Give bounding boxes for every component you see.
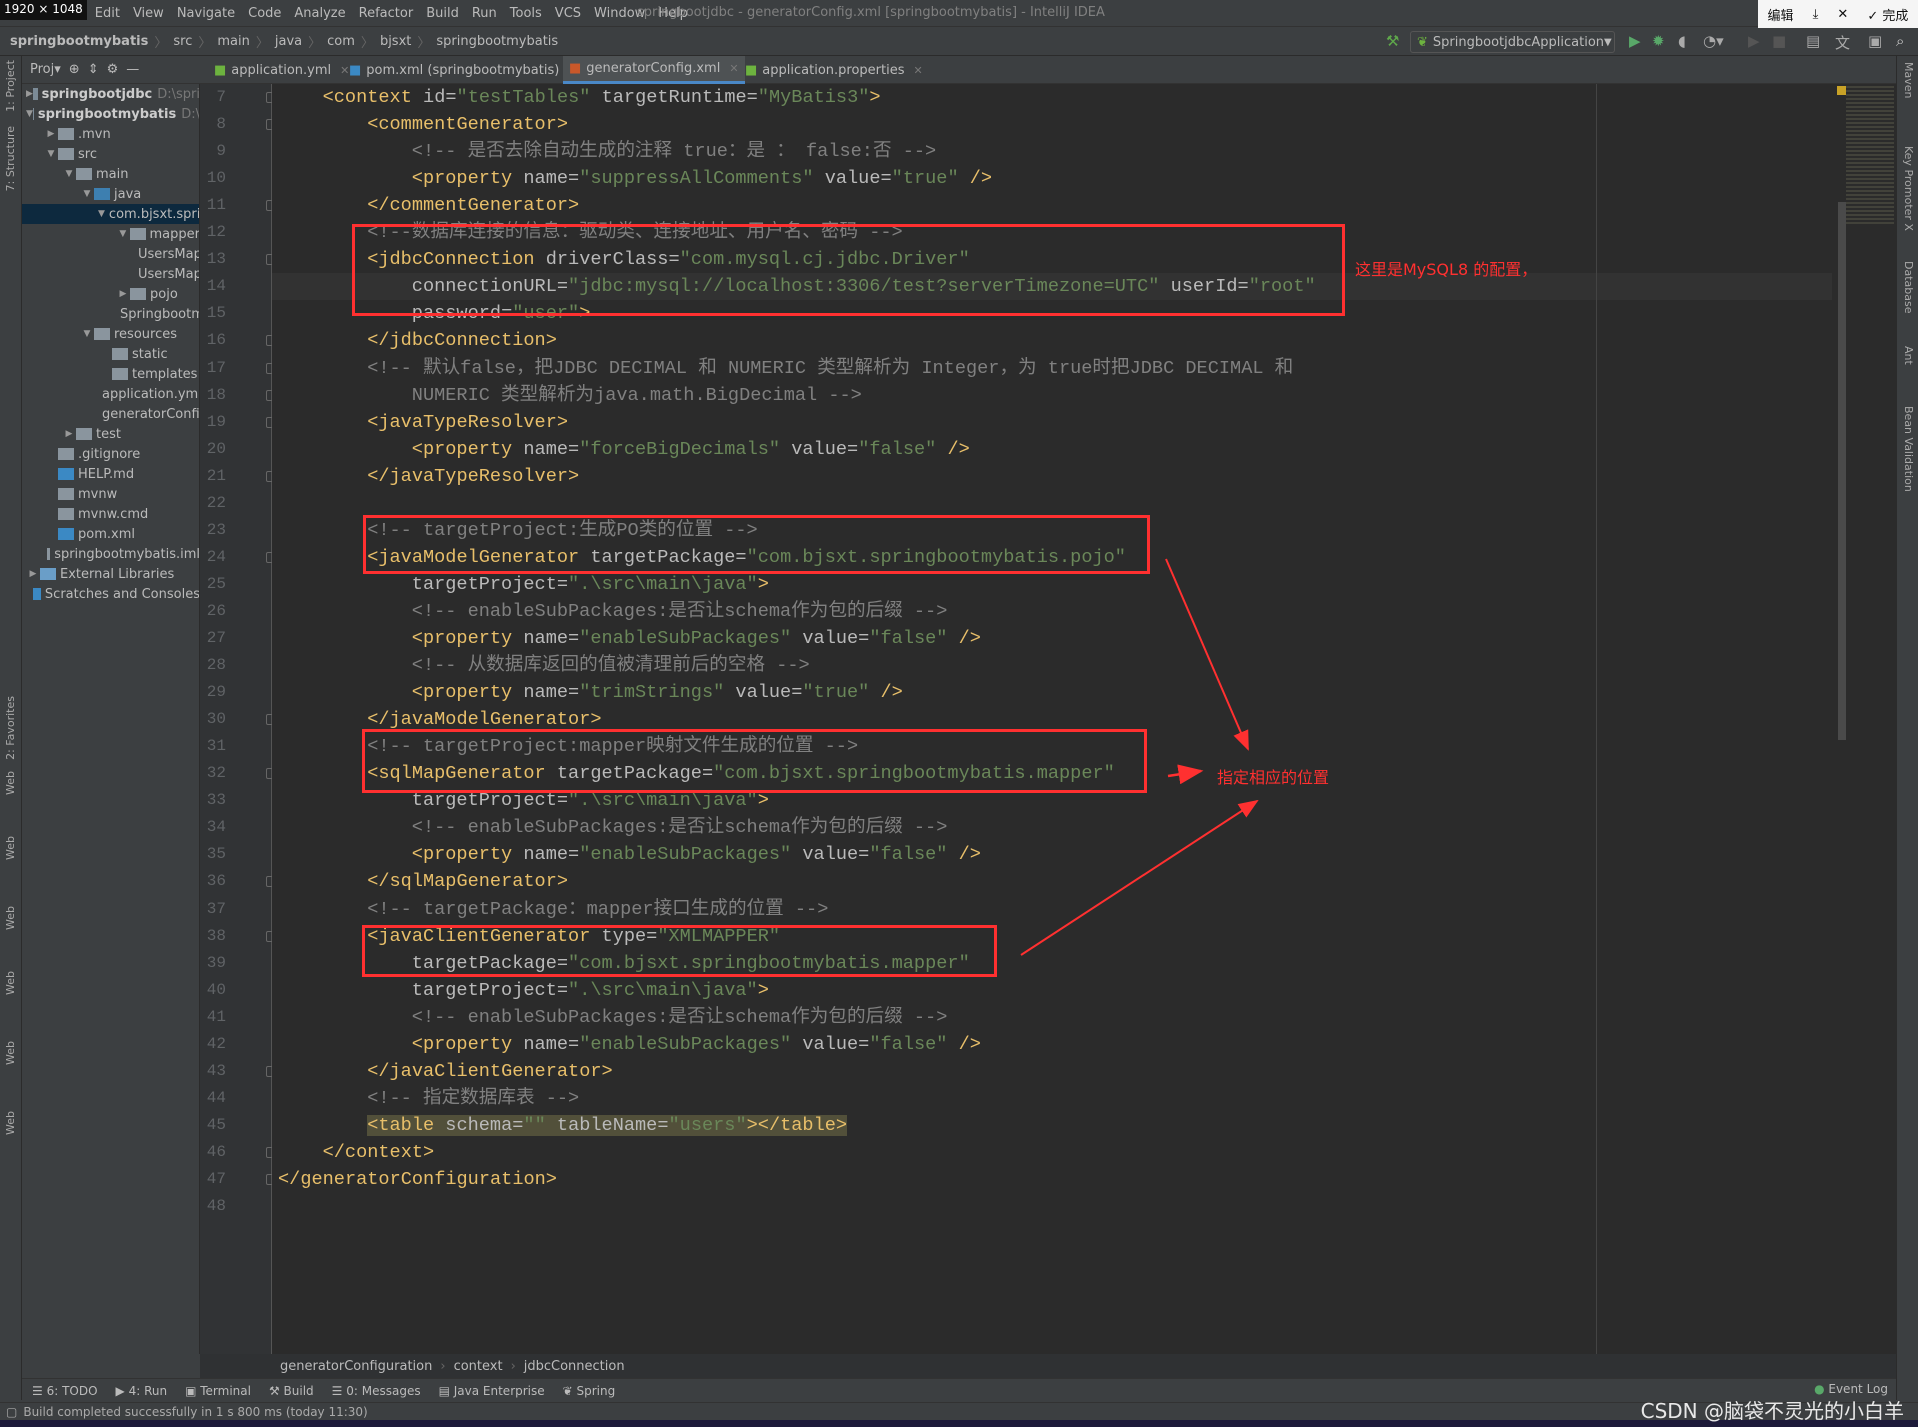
tool-window-spring[interactable]: ❦ Spring [563, 1384, 616, 1398]
tool-window-icon: ❦ [562, 1383, 577, 1398]
tool-window-icon: ☰ [331, 1383, 347, 1398]
tool-window-terminal[interactable]: ▣ Terminal [185, 1384, 251, 1398]
editor-breadcrumb-item[interactable]: context [454, 1359, 503, 1374]
annotation-arrows [1020, 558, 1259, 956]
arrow-from-sqlmap [1167, 764, 1204, 785]
tool-window-bar: ☰ 6: TODO ▶ 4: Run ▣ Terminal ⚒ Build ☰ 0: M… [22, 1378, 1896, 1402]
tool-window-label: Build [283, 1383, 314, 1398]
breadcrumb-separator: › [440, 1358, 446, 1374]
tool-window-label: Java Enterprise [453, 1383, 545, 1398]
tool-window-label: Spring [576, 1383, 616, 1398]
tool-window-label: 0: Messages [346, 1383, 421, 1398]
tool-window-icon: ☰ [32, 1383, 47, 1398]
tool-window-0-messages[interactable]: ☰ 0: Messages [332, 1384, 421, 1398]
tool-window-label: Terminal [200, 1383, 251, 1398]
editor-breadcrumb-item[interactable]: jdbcConnection [524, 1359, 625, 1374]
taskbar-strip [0, 1420, 1918, 1427]
event-log-icon: ● [1814, 1382, 1825, 1396]
tool-window-4-run[interactable]: ▶ 4: Run [116, 1384, 168, 1398]
status-icon: ▢ [6, 1404, 18, 1419]
event-log-button[interactable]: ● Event Log [1814, 1382, 1888, 1396]
status-text: Build completed successfully in 1 s 800 … [23, 1404, 368, 1419]
tool-window-java-enterprise[interactable]: ▤ Java Enterprise [439, 1384, 545, 1398]
tool-window-icon: ▶ [115, 1383, 129, 1398]
editor-breadcrumb-item[interactable]: generatorConfiguration [280, 1359, 432, 1374]
tool-window-icon: ▣ [185, 1383, 201, 1398]
tool-window-icon: ⚒ [268, 1383, 284, 1398]
tool-window-label: 4: Run [128, 1383, 168, 1398]
tool-window-icon: ▤ [438, 1383, 454, 1398]
arrow-from-model [1165, 558, 1249, 751]
arrow-from-client [1020, 799, 1259, 956]
status-bar: ▢ Build completed successfully in 1 s 800… [0, 1402, 1918, 1420]
editor-breadcrumb: generatorConfiguration › context › jdbcConne… [200, 1354, 1896, 1378]
tool-window-build[interactable]: ⚒ Build [269, 1384, 314, 1398]
tool-window-label: 6: TODO [46, 1383, 98, 1398]
tool-window-6-todo[interactable]: ☰ 6: TODO [32, 1384, 98, 1398]
watermark: CSDN @脑袋不灵光的小白羊 [1640, 1399, 1904, 1423]
breadcrumb-separator: › [510, 1358, 516, 1374]
